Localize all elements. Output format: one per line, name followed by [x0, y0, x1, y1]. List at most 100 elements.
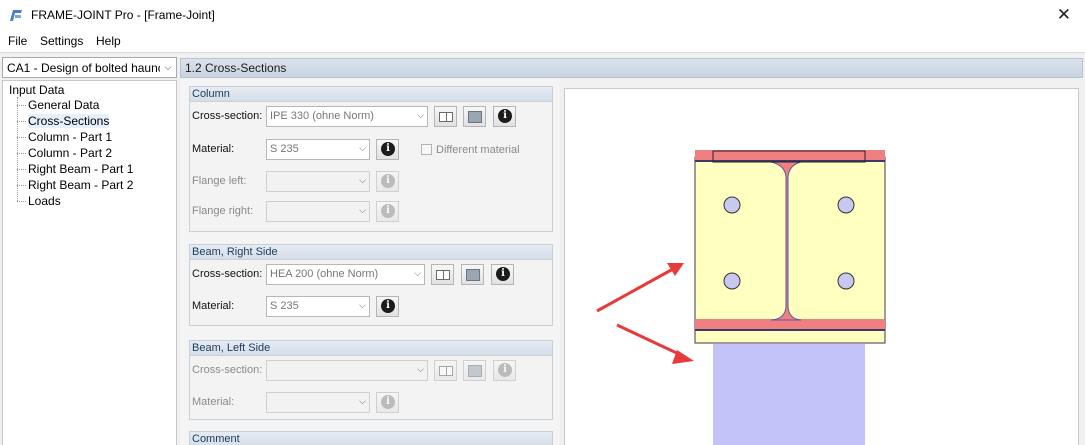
chevron-down-icon: ⌵	[417, 364, 424, 374]
bolt	[723, 196, 741, 214]
beam-right-library-button[interactable]	[461, 264, 484, 285]
beam-right-library-book-button[interactable]	[431, 264, 454, 285]
library-icon	[466, 269, 480, 281]
library-icon	[468, 111, 482, 123]
info-icon: i	[498, 363, 512, 377]
chevron-down-icon: ⌵	[359, 205, 366, 215]
menu-bar: File Settings Help	[0, 31, 1085, 52]
group-beam-left: Beam, Left Side Cross-section: ⌵ i Mater…	[189, 340, 553, 420]
arrow-icon	[596, 263, 684, 313]
case-select-value: CA1 - Design of bolted haunche	[7, 61, 177, 75]
chevron-down-icon: ⌵	[359, 143, 366, 153]
window-title: FRAME-JOINT Pro - [Frame-Joint]	[31, 8, 215, 22]
tree-item-right-beam-part-2[interactable]: Right Beam - Part 2	[17, 178, 133, 192]
row-beam-right-cross-section: Cross-section: HEA 200 (ohne Norm) ⌵ i	[190, 264, 552, 286]
chevron-down-icon: ⌵	[417, 110, 424, 120]
navigator-tree: Input Data General Data Cross-Sections C…	[2, 80, 177, 445]
form-area: Column Cross-section: IPE 330 (ohne Norm…	[180, 79, 560, 445]
bolt	[837, 272, 855, 290]
joint-graphic-svg	[596, 150, 886, 445]
close-icon[interactable]: ✕	[1057, 5, 1071, 25]
beam-left-cross-section-info-button[interactable]: i	[493, 360, 516, 381]
info-icon: i	[498, 109, 512, 123]
tree-item-cross-sections[interactable]: Cross-Sections	[17, 114, 110, 128]
label-flange-left: Flange left:	[192, 175, 247, 187]
main-frame: CA1 - Design of bolted haunche ⌵ Input D…	[0, 52, 1085, 445]
column-cross-section-info-button[interactable]: i	[493, 106, 516, 127]
book-icon	[439, 112, 453, 122]
different-material-checkbox[interactable]	[421, 144, 432, 155]
book-icon	[436, 270, 450, 280]
info-icon: i	[496, 267, 510, 281]
app-icon	[10, 10, 22, 21]
menu-help[interactable]: Help	[96, 34, 121, 48]
info-icon: i	[381, 299, 395, 313]
tree-item-right-beam-part-1[interactable]: Right Beam - Part 1	[17, 162, 133, 176]
beam-left-library-book-button[interactable]	[434, 360, 457, 381]
tree-root-input-data[interactable]: Input Data	[9, 83, 64, 97]
label-beam-right-cross-section: Cross-section:	[192, 268, 263, 280]
chevron-down-icon[interactable]: ⌵	[160, 58, 176, 77]
beam-left-library-button[interactable]	[463, 360, 486, 381]
beam-right-cross-section-select[interactable]: HEA 200 (ohne Norm) ⌵	[266, 264, 425, 285]
row-column-material: Material: S 235 ⌵ i Different material	[190, 139, 552, 161]
tree-item-loads[interactable]: Loads	[17, 194, 61, 208]
flange-left-select[interactable]: ⌵	[266, 171, 370, 192]
group-beam-right: Beam, Right Side Cross-section: HEA 200 …	[189, 244, 553, 326]
tree-item-column-part-2[interactable]: Column - Part 2	[17, 146, 112, 160]
group-column: Column Cross-section: IPE 330 (ohne Norm…	[189, 86, 553, 232]
tree-item-general-data[interactable]: General Data	[17, 98, 99, 112]
arrow-icon	[616, 323, 694, 364]
row-column-cross-section: Cross-section: IPE 330 (ohne Norm) ⌵ i	[190, 106, 552, 128]
label-beam-right-material: Material:	[192, 300, 235, 312]
row-flange-left: Flange left: ⌵ i	[190, 171, 552, 193]
group-title-beam-right: Beam, Right Side	[190, 245, 552, 260]
info-icon: i	[381, 142, 395, 156]
case-select[interactable]: CA1 - Design of bolted haunche ⌵	[2, 57, 177, 78]
beam-left-material-info-button[interactable]: i	[376, 392, 399, 413]
label-beam-left-cross-section: Cross-section:	[192, 364, 263, 376]
cross-section-graphic	[564, 88, 1079, 445]
beam-right-material-select[interactable]: S 235 ⌵	[266, 296, 370, 317]
label-beam-left-material: Material:	[192, 396, 235, 408]
label-column-cross-section: Cross-section:	[192, 110, 263, 122]
beam-right-cross-section-info-button[interactable]: i	[491, 264, 514, 285]
label-column-material: Material:	[192, 143, 235, 155]
beam-section	[713, 344, 865, 445]
group-title-column: Column	[190, 87, 552, 102]
row-beam-left-material: Material: ⌵ i	[190, 392, 552, 414]
column-material-select[interactable]: S 235 ⌵	[266, 139, 370, 160]
flange-right-info-button[interactable]: i	[376, 201, 399, 222]
row-beam-left-cross-section: Cross-section: ⌵ i	[190, 360, 552, 382]
group-title-beam-left: Beam, Left Side	[190, 341, 552, 356]
chevron-down-icon: ⌵	[359, 396, 366, 406]
flange-right-select[interactable]: ⌵	[266, 201, 370, 222]
bolt	[837, 196, 855, 214]
column-library-button[interactable]	[463, 106, 486, 127]
title-bar: FRAME-JOINT Pro - [Frame-Joint] ✕	[0, 0, 1085, 31]
info-icon: i	[381, 395, 395, 409]
info-icon: i	[381, 174, 395, 188]
row-flange-right: Flange right: ⌵ i	[190, 201, 552, 223]
flange-left-info-button[interactable]: i	[376, 171, 399, 192]
column-cross-section-select[interactable]: IPE 330 (ohne Norm) ⌵	[266, 106, 428, 127]
chevron-down-icon: ⌵	[359, 300, 366, 310]
tree-item-column-part-1[interactable]: Column - Part 1	[17, 130, 112, 144]
different-material-label: Different material	[436, 144, 520, 156]
menu-settings[interactable]: Settings	[40, 34, 83, 48]
column-library-book-button[interactable]	[434, 106, 457, 127]
label-flange-right: Flange right:	[192, 205, 254, 217]
book-icon	[439, 366, 453, 376]
library-icon	[468, 365, 482, 377]
beam-right-material-info-button[interactable]: i	[376, 296, 399, 317]
beam-left-material-select[interactable]: ⌵	[266, 392, 370, 413]
bolt	[723, 272, 741, 290]
column-material-info-button[interactable]: i	[376, 139, 399, 160]
chevron-down-icon: ⌵	[359, 175, 366, 185]
beam-left-cross-section-select[interactable]: ⌵	[266, 360, 428, 381]
section-header: 1.2 Cross-Sections	[180, 58, 1083, 78]
row-beam-right-material: Material: S 235 ⌵ i	[190, 296, 552, 318]
group-title-comment: Comment	[190, 432, 552, 445]
menu-file[interactable]: File	[8, 34, 27, 48]
group-comment: Comment	[189, 431, 553, 445]
